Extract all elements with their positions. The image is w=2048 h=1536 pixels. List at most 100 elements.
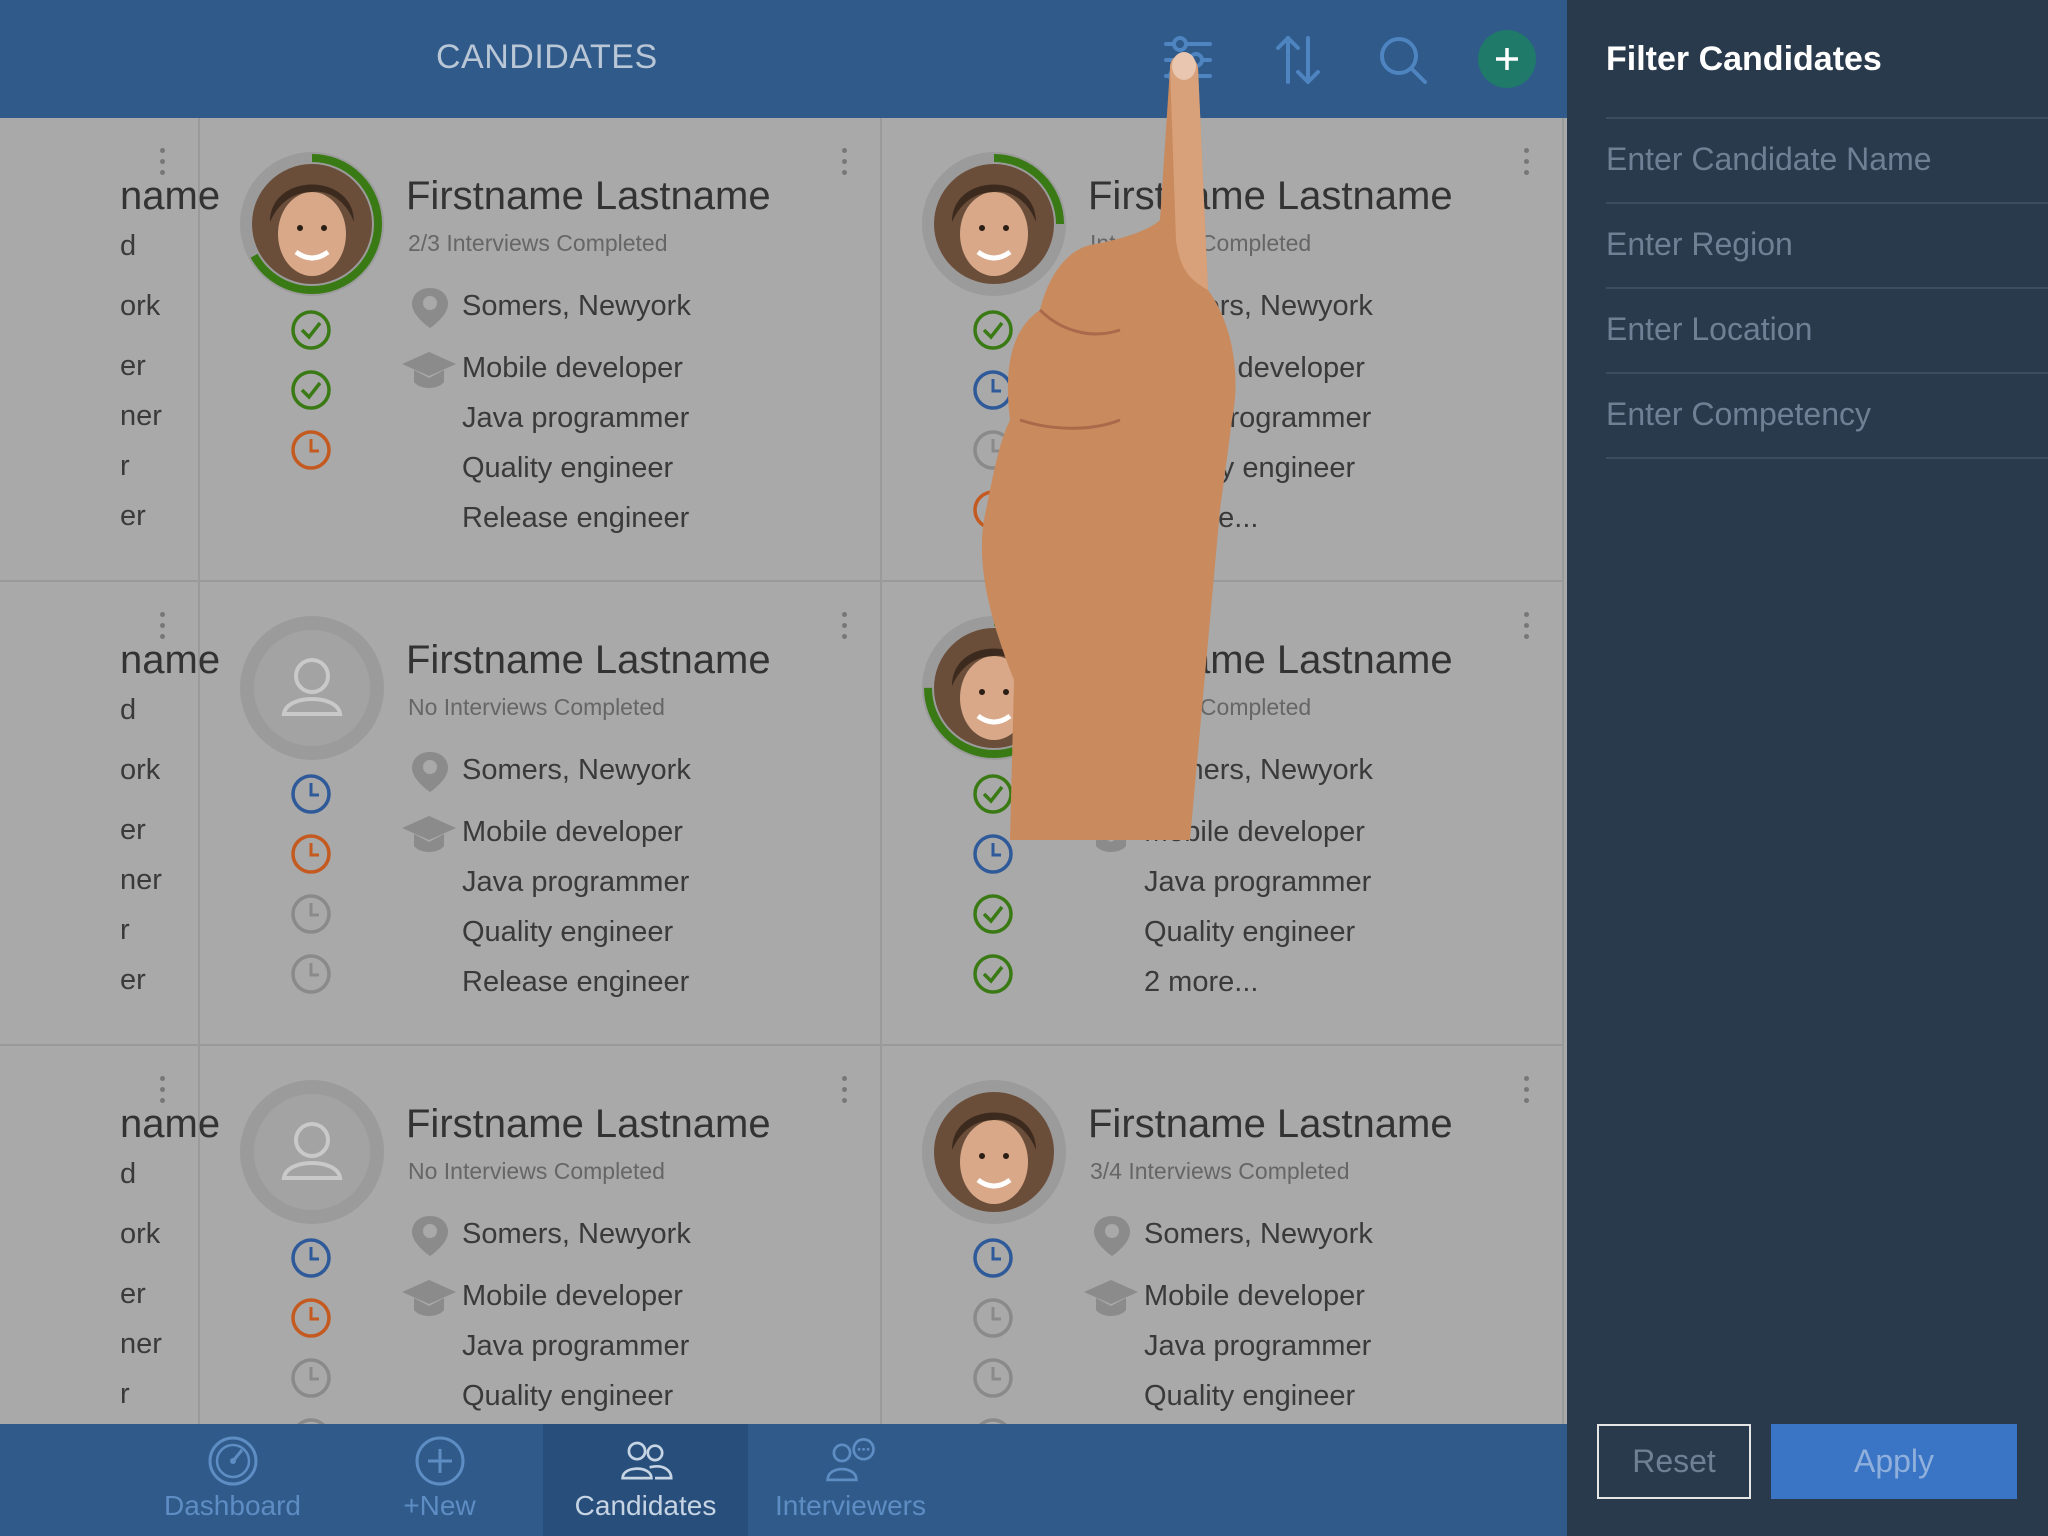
clipped-text: er	[120, 1278, 146, 1310]
candidate-name: Firstname Lastname	[406, 638, 771, 682]
clock-icon	[971, 1356, 1015, 1400]
skill-item: Java programmer	[1144, 866, 1372, 898]
more-options-icon[interactable]	[1524, 148, 1532, 182]
candidate-name-input[interactable]	[1606, 137, 2026, 181]
clock-icon	[289, 952, 333, 996]
candidates-screen: CANDIDATES name d ork er ner r er Firstn…	[0, 0, 1567, 1536]
candidate-name: Firstname Lastname	[406, 1102, 771, 1146]
interview-progress-text: 2/3 Interviews Completed	[408, 230, 668, 256]
check-circle-icon	[289, 368, 333, 412]
candidate-card[interactable]: name d ork er ner r er	[0, 582, 220, 1046]
location-field	[1606, 289, 2048, 374]
skill-item: Mobile developer	[462, 816, 683, 848]
top-bar: CANDIDATES	[0, 0, 1567, 118]
clipped-text: r	[120, 450, 130, 482]
more-options-icon[interactable]	[1524, 612, 1532, 646]
clipped-text: ork	[120, 754, 161, 786]
skills-list: Mobile developer Java programmer Quality e…	[1144, 1278, 1371, 1428]
clipped-text: d	[120, 230, 137, 262]
clock-icon	[971, 1236, 1015, 1280]
avatar-placeholder[interactable]	[240, 1080, 384, 1224]
nav-dashboard[interactable]: Dashboard	[130, 1424, 335, 1536]
clock-icon	[289, 1356, 333, 1400]
search-icon[interactable]	[1375, 32, 1431, 88]
candidate-name: Firstname Lastname	[406, 174, 771, 218]
location-input[interactable]	[1606, 307, 2026, 351]
graduation-cap-icon	[400, 348, 458, 394]
pointing-hand-image	[981, 52, 1236, 840]
apply-button[interactable]: Apply	[1771, 1424, 2017, 1499]
skill-item: Release engineer	[462, 966, 690, 998]
skill-item: Mobile developer	[462, 1280, 683, 1312]
graduation-cap-icon	[400, 1276, 458, 1322]
avatar-photo[interactable]	[240, 152, 384, 296]
skill-item: Quality engineer	[462, 916, 674, 948]
clipped-text: ner	[120, 864, 162, 896]
dashboard-icon	[208, 1436, 258, 1486]
interview-progress-text: No Interviews Completed	[408, 1158, 665, 1184]
clipped-text: er	[120, 964, 146, 996]
candidate-location: Somers, Newyork	[462, 1218, 691, 1250]
candidate-grid: name d ork er ner r er Firstname Lastname 2/3 In…	[0, 118, 1567, 1510]
skills-list: Mobile developer Java programmer Quality e…	[462, 1278, 689, 1428]
skill-item: 2 more...	[1144, 966, 1259, 998]
avatar-photo[interactable]	[922, 1080, 1066, 1224]
candidate-card[interactable]: Firstname Lastname 2/3 Interviews Complet…	[200, 118, 882, 582]
region-input[interactable]	[1606, 222, 2026, 266]
clipped-text: ork	[120, 1218, 161, 1250]
reset-button[interactable]: Reset	[1597, 1424, 1751, 1499]
location-pin-icon	[1092, 1214, 1132, 1258]
clock-icon	[289, 892, 333, 936]
filter-title: Filter Candidates	[1606, 40, 1882, 78]
skill-item: Mobile developer	[462, 352, 683, 384]
nav-new-label: +New	[403, 1490, 476, 1521]
nav-interviewers-label: Interviewers	[775, 1490, 926, 1521]
skills-list: Mobile developer Java programmer Quality e…	[1144, 814, 1371, 1014]
nav-interviewers[interactable]: Interviewers	[748, 1424, 953, 1536]
page-title: CANDIDATES	[436, 38, 658, 76]
clipped-text: d	[120, 694, 137, 726]
clock-icon	[289, 428, 333, 472]
competency-field	[1606, 374, 2048, 459]
candidate-name-field	[1606, 119, 2048, 204]
graduation-cap-icon	[1082, 1276, 1140, 1322]
competency-input[interactable]	[1606, 392, 2026, 436]
candidate-location: Somers, Newyork	[462, 754, 691, 786]
skill-item: Quality engineer	[1144, 916, 1356, 948]
avatar-placeholder[interactable]	[240, 616, 384, 760]
app: CANDIDATES name d ork er ner r er Firstn…	[0, 0, 2048, 1536]
skill-item: Release engineer	[462, 502, 690, 534]
location-pin-icon	[410, 750, 450, 794]
add-candidate-button[interactable]	[1478, 30, 1536, 88]
clipped-text: er	[120, 350, 146, 382]
nav-candidates[interactable]: Candidates	[543, 1424, 748, 1536]
clipped-text: ner	[120, 400, 162, 432]
nav-new[interactable]: +New	[337, 1424, 542, 1536]
candidate-card[interactable]: Firstname Lastname No Interviews Complete…	[200, 582, 882, 1046]
skill-item: Java programmer	[1144, 1330, 1372, 1362]
sort-icon[interactable]	[1270, 32, 1326, 88]
interview-status-list	[289, 772, 333, 1012]
candidate-location: Somers, Newyork	[1144, 1218, 1373, 1250]
check-circle-icon	[289, 308, 333, 352]
clock-icon	[289, 772, 333, 816]
check-circle-icon	[971, 952, 1015, 996]
clipped-text: r	[120, 914, 130, 946]
interview-progress-text: No Interviews Completed	[408, 694, 665, 720]
clock-icon	[289, 1236, 333, 1280]
clipped-text: ner	[120, 1328, 162, 1360]
more-options-icon[interactable]	[842, 148, 850, 182]
skill-item: Quality engineer	[1144, 1380, 1356, 1412]
filter-panel: Filter Candidates Reset Apply	[1567, 0, 2048, 1536]
interview-status-list	[289, 308, 333, 488]
skills-list: Mobile developer Java programmer Quality e…	[462, 814, 689, 1014]
location-pin-icon	[410, 286, 450, 330]
more-options-icon[interactable]	[842, 1076, 850, 1110]
candidate-card[interactable]: name d ork er ner r er	[0, 118, 220, 582]
clipped-text: er	[120, 814, 146, 846]
more-options-icon[interactable]	[842, 612, 850, 646]
nav-dashboard-label: Dashboard	[164, 1490, 301, 1521]
more-options-icon[interactable]	[1524, 1076, 1532, 1110]
check-circle-icon	[971, 892, 1015, 936]
candidate-location: Somers, Newyork	[462, 290, 691, 322]
